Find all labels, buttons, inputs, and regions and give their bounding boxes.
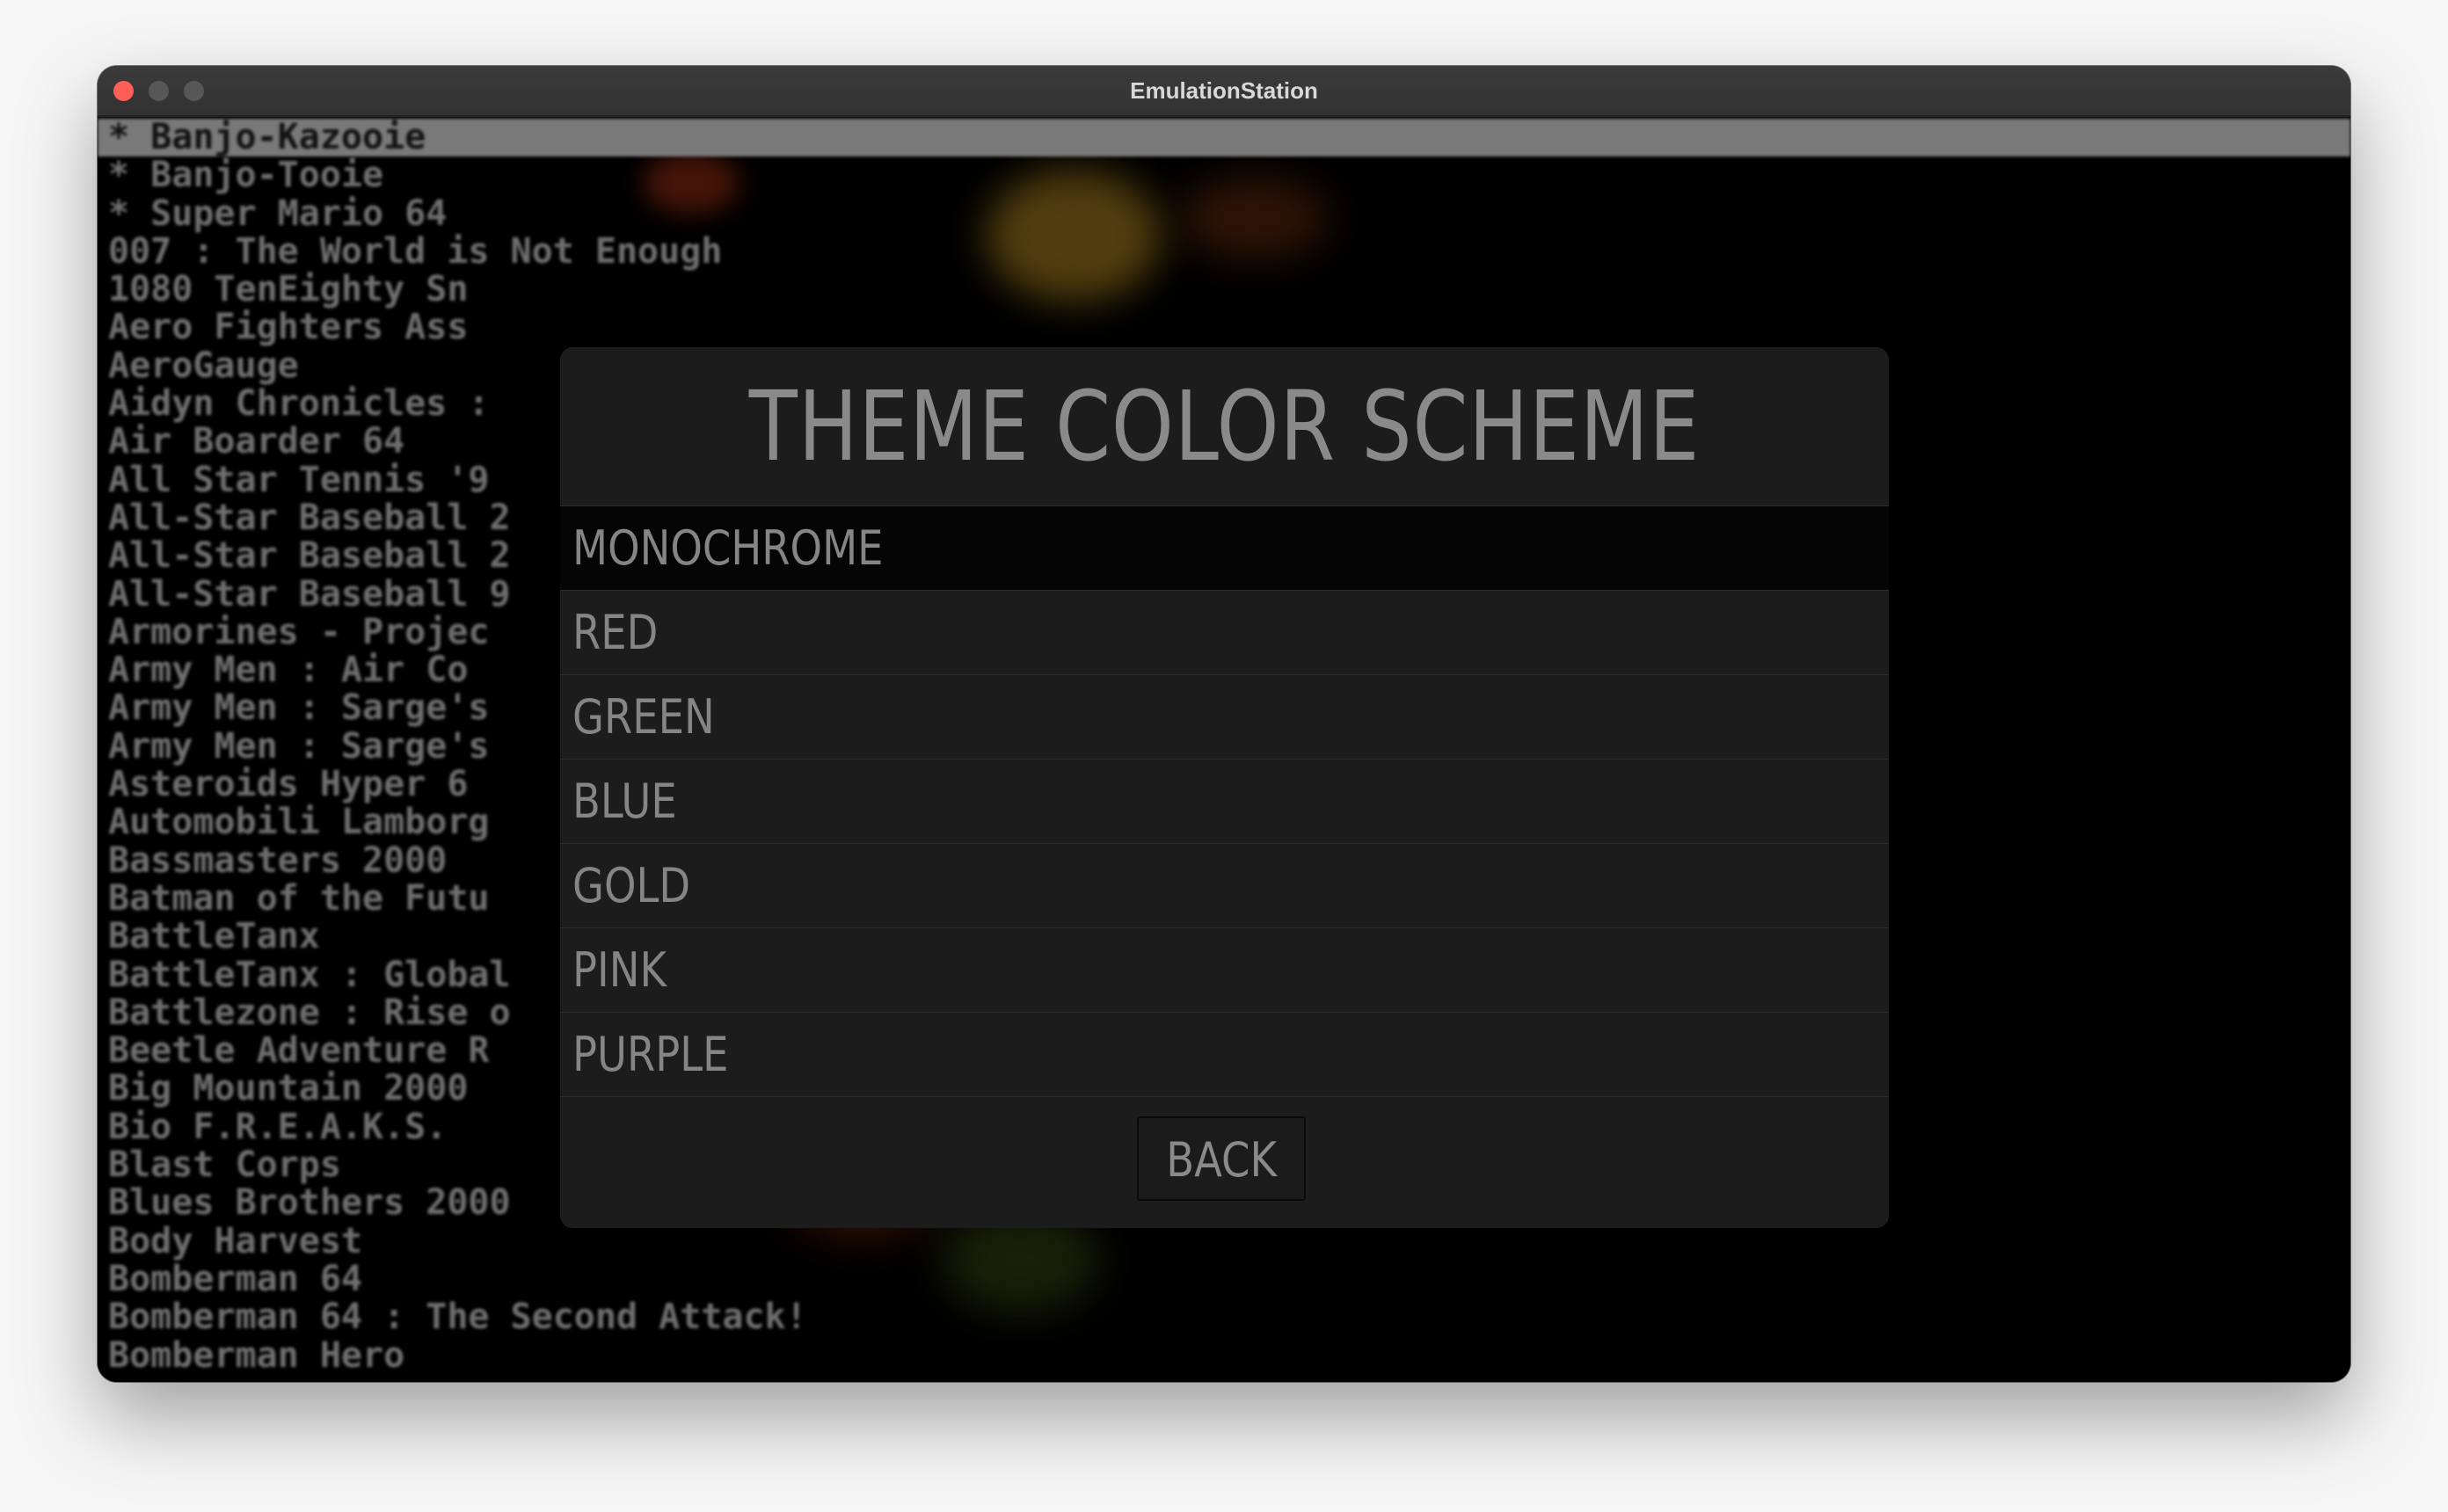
option-label: MONOCHROME	[572, 520, 884, 576]
menu-options: MONOCHROME RED GREEN BLUE GOLD PINK PURPLE	[560, 505, 1889, 1096]
option-red[interactable]: RED	[560, 590, 1889, 674]
app-window: EmulationStation * Banjo-Kazooie * Banjo-…	[98, 66, 2350, 1382]
title-bar[interactable]: EmulationStation	[98, 66, 2350, 117]
option-label: PURPLE	[572, 1027, 729, 1082]
menu-footer: BACK	[560, 1096, 1889, 1228]
back-button-label: BACK	[1166, 1132, 1277, 1188]
option-label: PINK	[572, 942, 667, 998]
option-label: GREEN	[572, 689, 715, 745]
theme-color-scheme-menu: THEME COLOR SCHEME MONOCHROME RED GREEN BLU…	[560, 347, 1889, 1228]
option-purple[interactable]: PURPLE	[560, 1012, 1889, 1096]
option-blue[interactable]: BLUE	[560, 759, 1889, 843]
option-pink[interactable]: PINK	[560, 927, 1889, 1012]
option-label: GOLD	[572, 858, 691, 913]
menu-title: THEME COLOR SCHEME	[748, 370, 1701, 483]
option-label: RED	[572, 605, 659, 660]
emulator-screen: * Banjo-Kazooie * Banjo-Tooie * Super Mari…	[98, 117, 2350, 1382]
option-green[interactable]: GREEN	[560, 674, 1889, 759]
option-monochrome[interactable]: MONOCHROME	[560, 505, 1889, 590]
window-title: EmulationStation	[1130, 77, 1318, 104]
option-gold[interactable]: GOLD	[560, 843, 1889, 927]
back-button[interactable]: BACK	[1137, 1116, 1306, 1201]
option-label: BLUE	[572, 774, 677, 829]
